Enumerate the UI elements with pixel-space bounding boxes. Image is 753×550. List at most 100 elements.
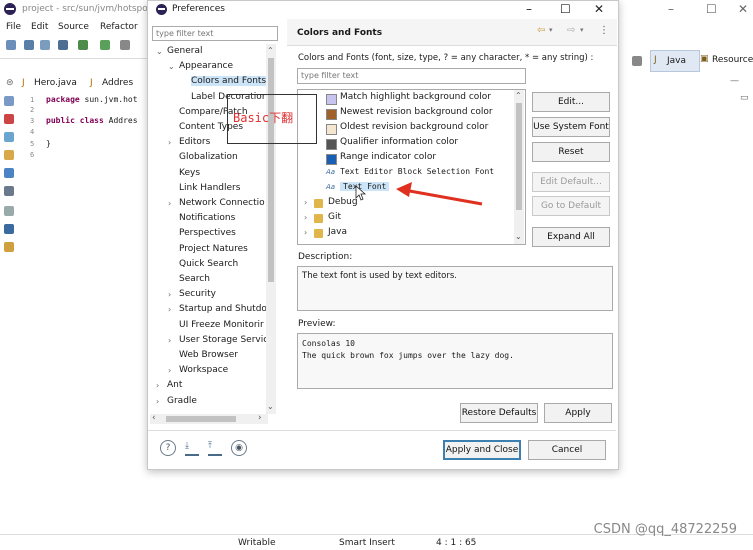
close-icon[interactable]: ✕ — [738, 2, 748, 16]
cancel-button[interactable]: Cancel — [528, 440, 606, 460]
tree-item[interactable]: Quick Search — [150, 259, 266, 272]
restore-defaults-button[interactable]: Restore Defaults — [460, 403, 538, 423]
apply-and-close-button[interactable]: Apply and Close — [443, 440, 521, 460]
tree-item[interactable]: Link Handlers — [150, 183, 266, 196]
import-icon[interactable]: ⤓ — [185, 441, 199, 456]
tree-item[interactable]: Web Browser — [150, 350, 266, 363]
tree-item[interactable]: UI Freeze Monitorir — [150, 320, 266, 333]
tree-item[interactable]: › Startup and Shutdo — [150, 304, 266, 317]
list-item[interactable]: Match highlight background color — [298, 92, 514, 105]
tree-item[interactable]: › User Storage Servic — [150, 335, 266, 348]
code-line[interactable]: public class Addres — [46, 116, 138, 125]
dialog-minimize-icon[interactable]: – — [526, 2, 532, 16]
console-icon[interactable] — [4, 168, 14, 178]
skip-breakpoints-icon[interactable] — [78, 40, 88, 50]
menu-source[interactable]: Source — [58, 22, 89, 32]
go-to-default-button[interactable]: Go to Default — [532, 196, 610, 216]
list-scroll-down-icon[interactable]: ⌄ — [515, 232, 522, 241]
list-item[interactable]: Qualifier information color — [298, 137, 514, 150]
chevron-right-icon[interactable]: › — [304, 228, 307, 237]
search-view-icon[interactable] — [4, 206, 14, 216]
back-menu-icon[interactable]: ▾ — [549, 26, 553, 34]
collapse-icon[interactable]: ⊜ — [6, 78, 14, 88]
tasks-icon[interactable] — [4, 150, 14, 160]
chevron-right-icon[interactable]: › — [168, 290, 171, 299]
tree-item[interactable]: › Workspace — [150, 365, 266, 378]
tree-item[interactable]: Colors and Fonts — [150, 76, 266, 89]
problems-icon[interactable] — [4, 186, 14, 196]
dialog-close-icon[interactable]: ✕ — [594, 2, 604, 16]
menu-file[interactable]: File — [6, 22, 21, 32]
scroll-left-icon[interactable]: ‹ — [152, 413, 156, 423]
tree-item[interactable]: Keys — [150, 168, 266, 181]
tree-item[interactable]: › Ant — [150, 380, 266, 393]
perspective-java[interactable]: J Java — [650, 50, 700, 72]
code-line[interactable]: package sun.jvm.hot — [46, 95, 138, 104]
tree-item[interactable]: › Gradle — [150, 396, 266, 409]
tab-address-java[interactable]: J Addres — [90, 76, 150, 92]
list-item[interactable]: Newest revision background color — [298, 107, 514, 120]
outline-icon[interactable] — [4, 132, 14, 142]
tree-item[interactable]: Globalization — [150, 152, 266, 165]
export-icon[interactable]: ⤒ — [208, 441, 222, 456]
chevron-right-icon[interactable]: › — [168, 366, 171, 375]
code-line[interactable]: } — [46, 139, 51, 148]
tree-scroll-thumb[interactable] — [268, 58, 274, 282]
expand-all-button[interactable]: Expand All — [532, 227, 610, 247]
tree-item[interactable]: Notifications — [150, 213, 266, 226]
colors-filter-input[interactable]: type filter text — [297, 68, 526, 84]
chevron-right-icon[interactable]: › — [156, 381, 159, 390]
chevron-right-icon[interactable]: › — [168, 336, 171, 345]
new-icon[interactable] — [6, 40, 16, 50]
type-hierarchy-icon[interactable] — [4, 114, 14, 124]
apply-button[interactable]: Apply — [544, 403, 612, 423]
tree-filter-input[interactable]: type filter text — [152, 26, 278, 41]
open-perspective-icon[interactable] — [632, 56, 642, 66]
declaration-icon[interactable] — [4, 224, 14, 234]
chevron-down-icon[interactable]: ⌄ — [168, 62, 175, 71]
tree-item[interactable]: ⌄ General — [150, 46, 266, 59]
edit-button[interactable]: Edit... — [532, 92, 610, 112]
perspective-resource[interactable]: ▣ Resource — [700, 50, 753, 70]
menu-refactor[interactable]: Refactor — [100, 22, 138, 32]
tree-item[interactable]: Project Natures — [150, 244, 266, 257]
run-icon[interactable] — [120, 40, 130, 50]
tree-item[interactable]: › Security — [150, 289, 266, 302]
menu-edit[interactable]: Edit — [31, 22, 48, 32]
minimize-icon[interactable]: – — [668, 2, 674, 16]
edit-default-button[interactable]: Edit Default... — [532, 172, 610, 192]
tree-item[interactable]: Perspectives — [150, 228, 266, 241]
chevron-down-icon[interactable]: ⌄ — [156, 47, 163, 56]
use-system-font-button[interactable]: Use System Font — [532, 117, 610, 137]
list-scroll-thumb[interactable] — [516, 103, 522, 210]
forward-menu-icon[interactable]: ▾ — [580, 26, 584, 34]
list-item[interactable]: Range indicator color — [298, 152, 514, 165]
help-icon[interactable]: ? — [160, 440, 176, 456]
chevron-right-icon[interactable]: › — [168, 305, 171, 314]
forward-icon[interactable]: ⇨ — [567, 25, 575, 36]
package-explorer-icon[interactable] — [4, 96, 14, 106]
scroll-up-icon[interactable]: ⌃ — [267, 46, 274, 55]
javadoc-icon[interactable] — [4, 242, 14, 252]
restore-view-icon[interactable]: ▭ — [740, 93, 749, 103]
tree-item[interactable]: › Network Connectio — [150, 198, 266, 211]
scroll-right-icon[interactable]: › — [258, 413, 262, 423]
reset-button[interactable]: Reset — [532, 142, 610, 162]
chevron-right-icon[interactable]: › — [304, 213, 307, 222]
list-folder[interactable]: › Git — [298, 212, 514, 225]
save-all-icon[interactable] — [40, 40, 50, 50]
save-icon[interactable] — [24, 40, 34, 50]
tree-item[interactable]: Search — [150, 274, 266, 287]
scroll-down-icon[interactable]: ⌄ — [267, 402, 274, 411]
chevron-right-icon[interactable]: › — [168, 138, 171, 147]
minimize-view-icon[interactable]: — — [730, 76, 739, 86]
view-menu-icon[interactable]: ⋮ — [599, 25, 609, 36]
back-icon[interactable]: ⇦ — [537, 25, 545, 36]
chevron-right-icon[interactable]: › — [304, 198, 307, 207]
dialog-maximize-icon[interactable]: ☐ — [560, 2, 571, 16]
maximize-icon[interactable]: ☐ — [706, 2, 717, 16]
debug-icon[interactable] — [100, 40, 110, 50]
record-icon[interactable]: ◉ — [231, 440, 247, 456]
list-scroll-up-icon[interactable]: ⌃ — [515, 91, 522, 100]
list-folder[interactable]: › Java — [298, 227, 514, 240]
